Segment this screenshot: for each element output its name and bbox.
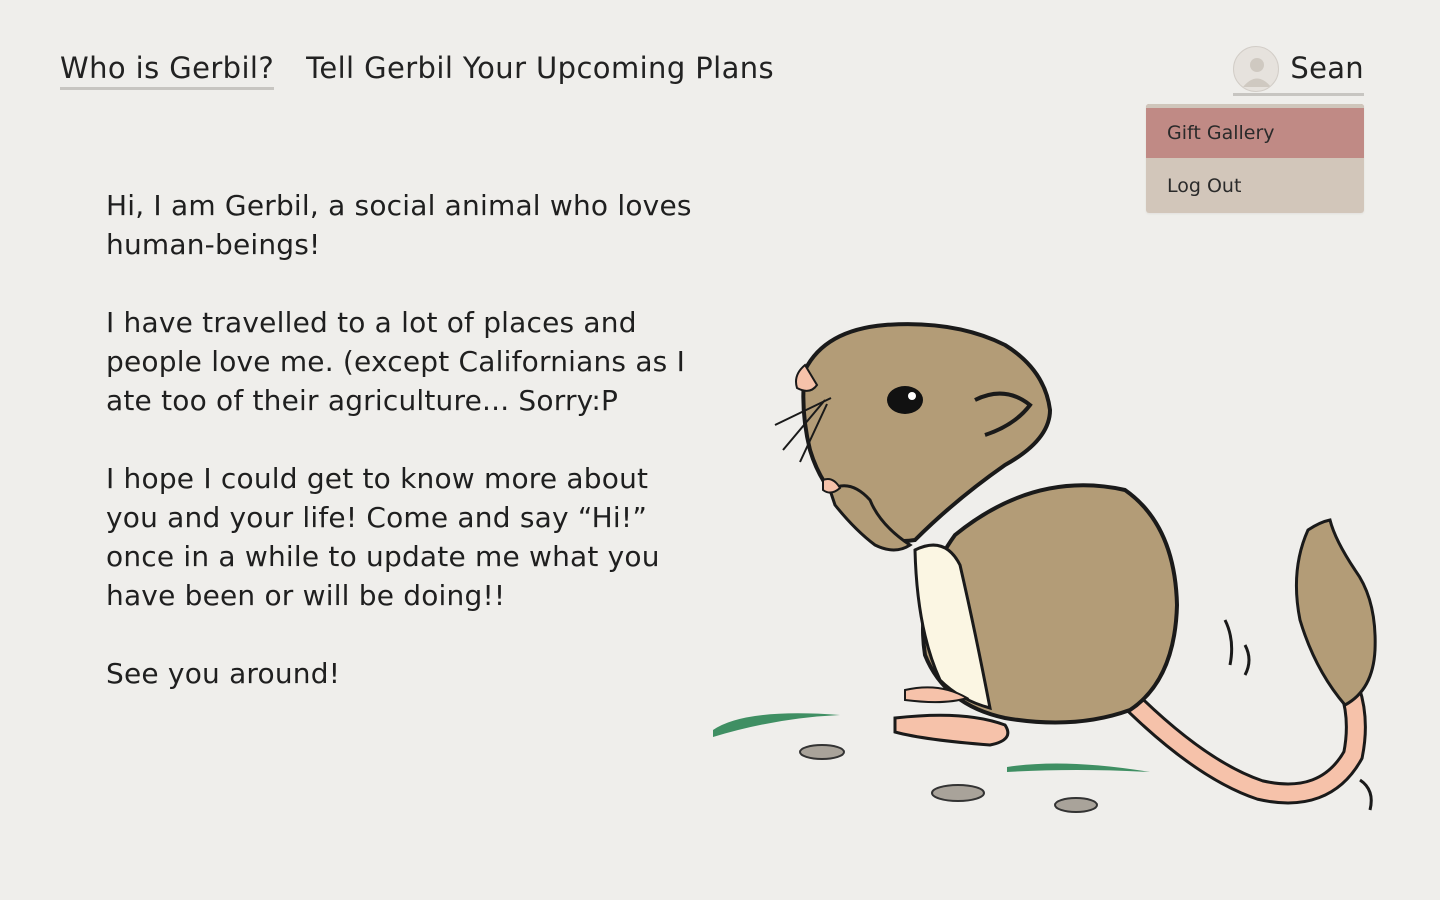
intro-paragraph: See you around! (106, 657, 341, 690)
user-dropdown-menu: Gift Gallery Log Out (1146, 104, 1364, 213)
menu-item-log-out[interactable]: Log Out (1146, 158, 1364, 213)
gerbil-illustration (705, 300, 1395, 840)
top-nav: Who is Gerbil? Tell Gerbil Your Upcoming… (60, 50, 774, 90)
user-menu-toggle[interactable]: Sean (1233, 44, 1364, 96)
menu-item-gift-gallery[interactable]: Gift Gallery (1146, 104, 1364, 158)
nav-who-is-gerbil[interactable]: Who is Gerbil? (60, 50, 275, 90)
intro-paragraph: I have travelled to a lot of places and … (106, 306, 686, 417)
intro-text: Hi, I am Gerbil, a social animal who lov… (106, 186, 706, 732)
user-name: Sean (1290, 51, 1364, 85)
nav-tell-gerbil-plans[interactable]: Tell Gerbil Your Upcoming Plans (306, 50, 774, 90)
user-avatar-icon (1233, 45, 1279, 92)
intro-paragraph: I hope I could get to know more about yo… (106, 462, 660, 612)
intro-paragraph: Hi, I am Gerbil, a social animal who lov… (106, 189, 692, 261)
